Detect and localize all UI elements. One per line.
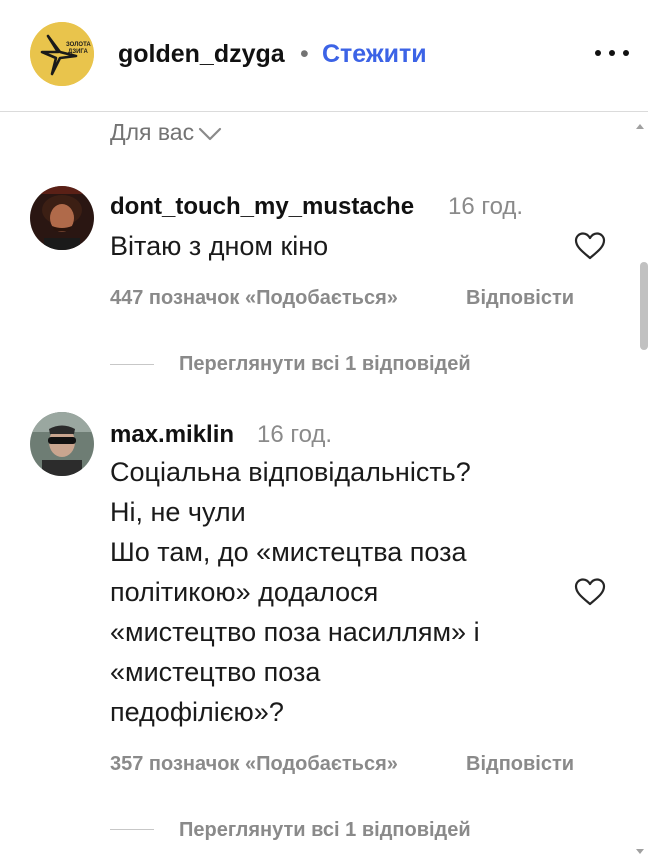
header-separator: • bbox=[300, 40, 309, 68]
follow-button[interactable]: Стежити bbox=[322, 40, 427, 69]
account-avatar[interactable]: ЗОЛОТА ДЗИГА bbox=[30, 22, 94, 86]
logo-text-1: ЗОЛОТА bbox=[66, 42, 91, 48]
comment-line: Вітаю з дном кіно bbox=[110, 231, 329, 261]
like-count[interactable]: 357 позначок «Подобається» bbox=[110, 753, 398, 776]
scroll-down-arrow-icon[interactable] bbox=[632, 844, 648, 860]
comment-line: «мистецтво поза bbox=[110, 657, 321, 687]
scroll-up-arrow-icon[interactable] bbox=[632, 118, 648, 134]
comment-line: «мистецтво поза насиллям» і bbox=[110, 617, 480, 647]
comment-username[interactable]: dont_touch_my_mustache bbox=[110, 193, 414, 221]
commenter-photo bbox=[30, 186, 94, 250]
comment-time: 16 год. bbox=[257, 421, 333, 448]
chevron-down-icon bbox=[198, 127, 222, 141]
post-header: ЗОЛОТА ДЗИГА golden_dzyga • Стежити bbox=[0, 0, 648, 112]
comment-text: Соціальна відповідальність? Ні, не чули … bbox=[110, 452, 480, 732]
comment-line: педофілією»? bbox=[110, 697, 284, 727]
scrollbar-thumb[interactable] bbox=[640, 262, 648, 350]
view-replies-button[interactable]: Переглянути всі 1 відповідей bbox=[179, 353, 471, 376]
comment-line: Ні, не чули bbox=[110, 497, 246, 527]
golden-dzyga-logo: ЗОЛОТА ДЗИГА bbox=[30, 22, 94, 86]
commenter-avatar[interactable] bbox=[30, 186, 94, 250]
more-options-icon[interactable] bbox=[590, 34, 634, 70]
commenter-photo bbox=[30, 412, 94, 476]
replies-divider bbox=[110, 364, 154, 365]
reply-button[interactable]: Відповісти bbox=[466, 287, 574, 310]
comment-sort-dropdown[interactable]: Для вас bbox=[110, 119, 222, 146]
comment-line: Соціальна відповідальність? bbox=[110, 457, 471, 487]
heart-outline-icon[interactable] bbox=[573, 230, 607, 262]
heart-outline-icon[interactable] bbox=[573, 576, 607, 608]
reply-button[interactable]: Відповісти bbox=[466, 753, 574, 776]
comment-sort-label: Для вас bbox=[110, 119, 195, 145]
comment-time: 16 год. bbox=[448, 193, 524, 220]
comment-username[interactable]: max.miklin bbox=[110, 421, 234, 449]
comment-line: політикою» додалося bbox=[110, 577, 379, 607]
view-replies-button[interactable]: Переглянути всі 1 відповідей bbox=[179, 819, 471, 842]
commenter-avatar[interactable] bbox=[30, 412, 94, 476]
comment-text: Вітаю з дном кіно bbox=[110, 226, 328, 266]
like-count[interactable]: 447 позначок «Подобається» bbox=[110, 287, 398, 310]
comment-line: Шо там, до «мистецтва поза bbox=[110, 537, 467, 567]
logo-text-2: ДЗИГА bbox=[68, 49, 88, 55]
replies-divider bbox=[110, 829, 154, 830]
account-username[interactable]: golden_dzyga bbox=[118, 40, 285, 69]
